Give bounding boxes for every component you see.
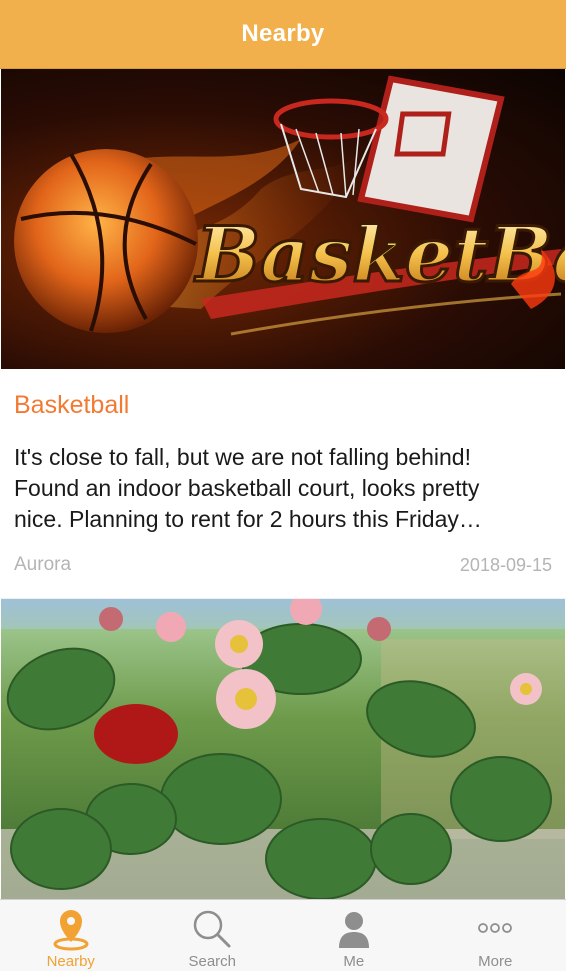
- tab-label: Me: [283, 953, 425, 970]
- tab-search[interactable]: Search: [142, 900, 284, 971]
- post-date: 2018-09-15: [460, 555, 552, 576]
- flower-photo: [1, 599, 565, 899]
- tab-bar: Nearby Search Me More: [0, 899, 566, 971]
- page-title: Nearby: [241, 20, 324, 48]
- tab-me[interactable]: Me: [283, 900, 425, 971]
- more-dots-icon: [472, 906, 518, 952]
- tab-label: Nearby: [0, 953, 142, 970]
- basketball-artwork: BasketBall: [1, 69, 565, 369]
- post-image[interactable]: BasketBall: [1, 69, 565, 369]
- person-icon: [331, 906, 377, 952]
- tab-nearby[interactable]: Nearby: [0, 900, 142, 971]
- tab-label: Search: [142, 953, 284, 970]
- post-body-line: Found an indoor basketball court, looks …: [14, 473, 554, 504]
- post-title[interactable]: Basketball: [14, 391, 129, 420]
- tab-more[interactable]: More: [425, 900, 566, 971]
- nav-header: Nearby: [0, 0, 566, 69]
- location-pin-icon: [48, 906, 94, 952]
- post-author[interactable]: Aurora: [14, 554, 71, 576]
- post-body-line: nice. Planning to rent for 2 hours this …: [14, 504, 554, 535]
- post-body: It's close to fall, but we are not falli…: [14, 442, 554, 535]
- tab-label: More: [425, 953, 566, 970]
- post-feed[interactable]: BasketBall Basketball It's close to fall…: [0, 69, 566, 899]
- post-card[interactable]: [0, 599, 566, 899]
- post-card[interactable]: BasketBall Basketball It's close to fall…: [0, 69, 566, 598]
- post-image[interactable]: [1, 599, 565, 899]
- artwork-text: BasketBall: [194, 210, 565, 299]
- post-body-line: It's close to fall, but we are not falli…: [14, 442, 554, 473]
- search-icon: [189, 906, 235, 952]
